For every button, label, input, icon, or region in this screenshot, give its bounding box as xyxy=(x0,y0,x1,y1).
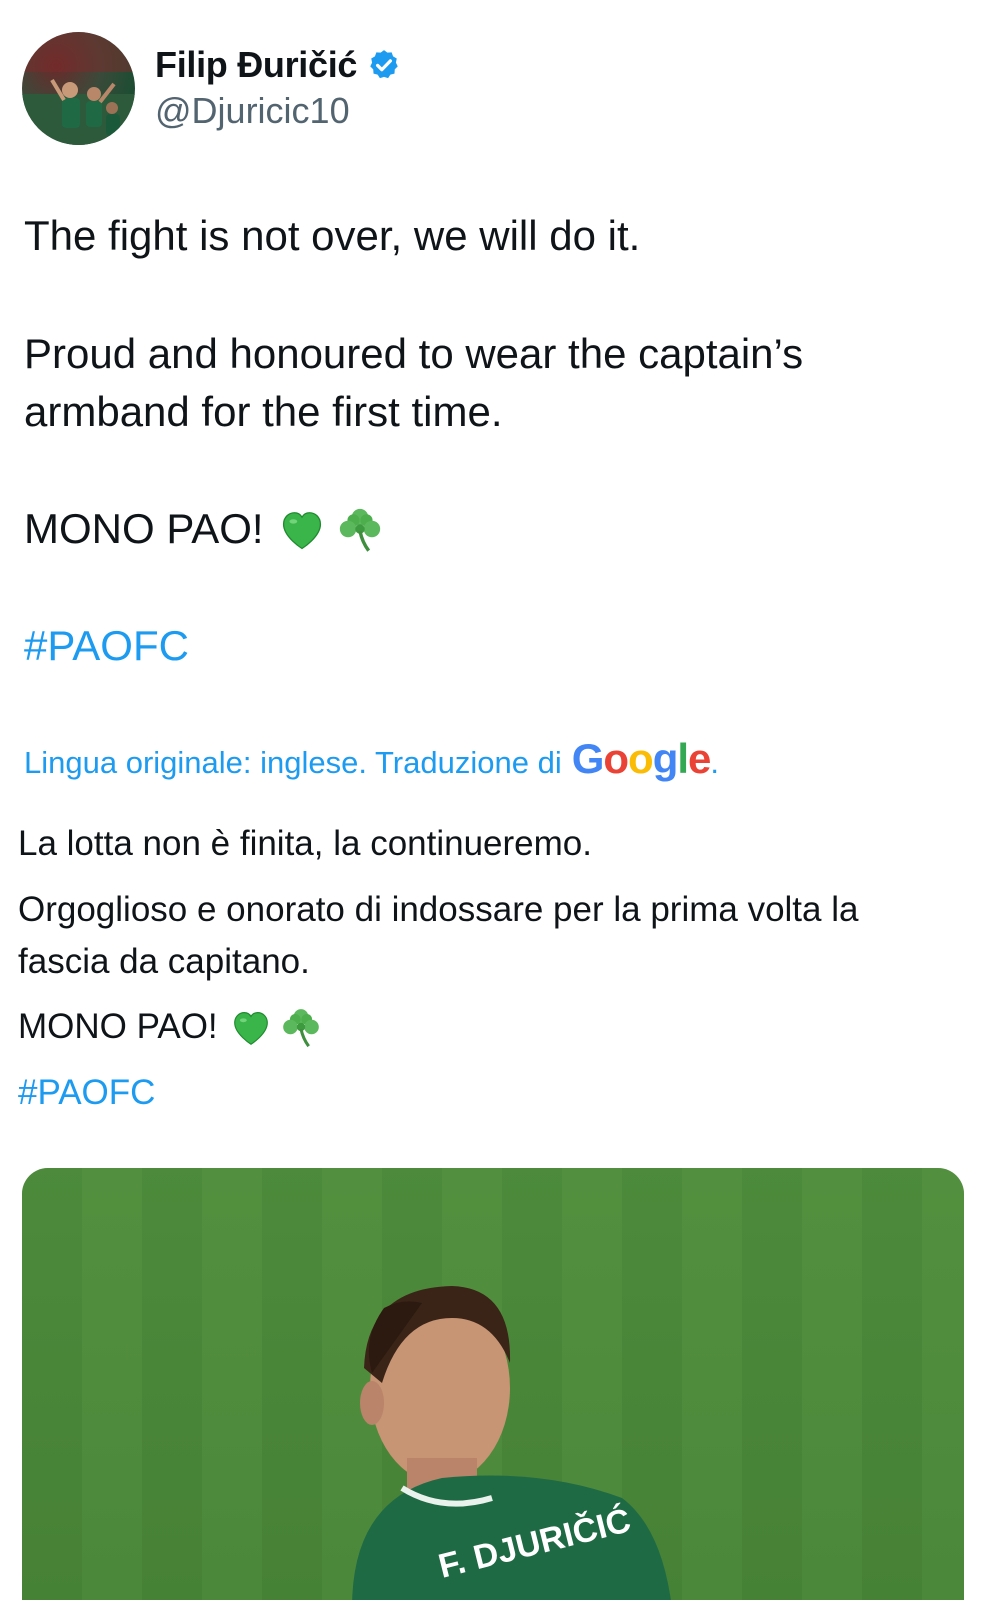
tweet-media-photo[interactable]: F. DJURIČIĆ xyxy=(22,1168,964,1600)
display-name[interactable]: Filip Đuričić xyxy=(155,44,357,86)
hashtag-link[interactable]: #PAOFC xyxy=(24,617,189,675)
shamrock-icon xyxy=(278,1004,324,1050)
green-heart-icon xyxy=(276,503,328,555)
translated-hashtag-link[interactable]: #PAOFC xyxy=(18,1067,155,1119)
handle[interactable]: @Djuricic10 xyxy=(155,90,401,132)
tweet-line-3-text: MONO PAO! xyxy=(24,505,264,552)
avatar[interactable] xyxy=(22,31,135,145)
shamrock-icon xyxy=(334,503,386,555)
translation-note-text: Lingua originale: inglese. Traduzione di xyxy=(24,745,562,780)
translated-line-2: Orgoglioso e onorato di indossare per la… xyxy=(18,890,859,981)
verified-badge-icon xyxy=(367,48,401,82)
tweet-line-2: Proud and honoured to wear the captain’s… xyxy=(24,330,804,435)
green-heart-icon xyxy=(228,1004,274,1050)
tweet-header: Filip Đuričić @Djuricic10 xyxy=(22,30,401,146)
translated-line-1: La lotta non è finita, la continueremo. xyxy=(18,824,592,863)
google-logo: Google xyxy=(571,735,712,782)
tweet-line-1: The fight is not over, we will do it. xyxy=(24,212,641,259)
translated-line-3: MONO PAO! xyxy=(18,1001,324,1053)
profile-photo-icon xyxy=(22,31,135,145)
name-row: Filip Đuričić xyxy=(155,44,401,86)
author-names: Filip Đuričić @Djuricic10 xyxy=(155,44,401,132)
translation-note[interactable]: Lingua originale: inglese. Traduzione di… xyxy=(24,735,719,783)
translated-line-3-text: MONO PAO! xyxy=(18,1007,218,1046)
player-photo-icon: F. DJURIČIĆ xyxy=(22,1168,964,1600)
translation-period: . xyxy=(710,745,719,780)
tweet-line-3: MONO PAO! xyxy=(24,500,386,558)
